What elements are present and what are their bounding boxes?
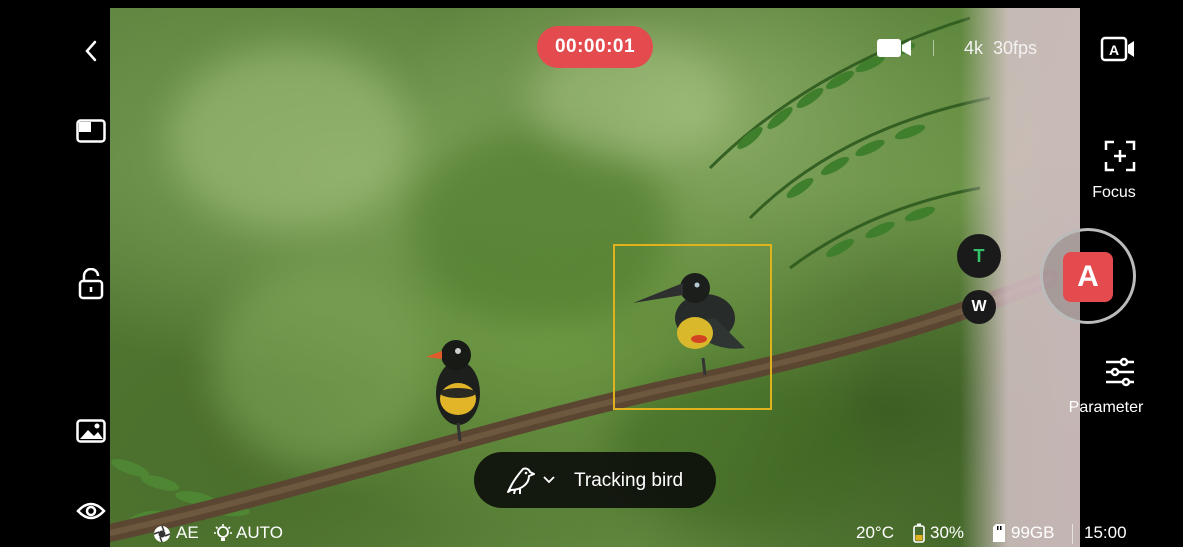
bird-icon <box>504 466 536 494</box>
zoom-tele-button[interactable]: T <box>957 234 1001 278</box>
divider <box>933 40 934 56</box>
chevron-left-icon[interactable] <box>76 36 106 66</box>
tracking-focus-box <box>613 244 772 410</box>
divider <box>1072 524 1073 544</box>
recording-timer: 00:00:01 <box>537 26 653 68</box>
temperature: 20°C <box>856 523 894 542</box>
recording-time-remaining: 15:00 <box>1084 523 1127 542</box>
tracking-label: Tracking bird <box>574 470 684 491</box>
tracking-mode-pill[interactable]: Tracking bird <box>474 452 716 508</box>
battery-level: 30% <box>930 523 965 542</box>
shutter-button[interactable]: A <box>1063 252 1113 302</box>
left-toolbar <box>8 8 110 547</box>
storage-remaining: 99GB <box>1011 523 1055 542</box>
wb-label[interactable]: AUTO <box>236 523 283 543</box>
layout-icon[interactable] <box>74 116 108 146</box>
aperture-icon <box>152 524 172 544</box>
bulb-icon <box>213 523 233 545</box>
chevron-down-icon <box>542 474 556 486</box>
resolution-fps[interactable]: 4k 30fps <box>964 38 1037 59</box>
video-camera-icon[interactable] <box>874 34 914 62</box>
sd-card-icon <box>991 523 1007 543</box>
bird-left <box>426 340 480 442</box>
auto-video-icon[interactable]: A <box>1098 34 1138 64</box>
eye-icon[interactable] <box>74 496 108 526</box>
ae-label[interactable]: AE <box>176 523 199 543</box>
camera-screen: A Focus Parameter 00:00:01 4k 30fps T W … <box>8 8 1180 547</box>
unlock-icon[interactable] <box>74 266 108 302</box>
battery-icon <box>912 522 926 544</box>
svg-text:A: A <box>1109 42 1119 58</box>
zoom-wide-button[interactable]: W <box>962 290 996 324</box>
focus-label: Focus <box>1092 184 1136 201</box>
parameter-label: Parameter <box>1068 399 1144 416</box>
focus-add-icon[interactable] <box>1102 138 1138 174</box>
gallery-icon[interactable] <box>74 416 108 446</box>
sliders-icon[interactable] <box>1102 354 1138 390</box>
